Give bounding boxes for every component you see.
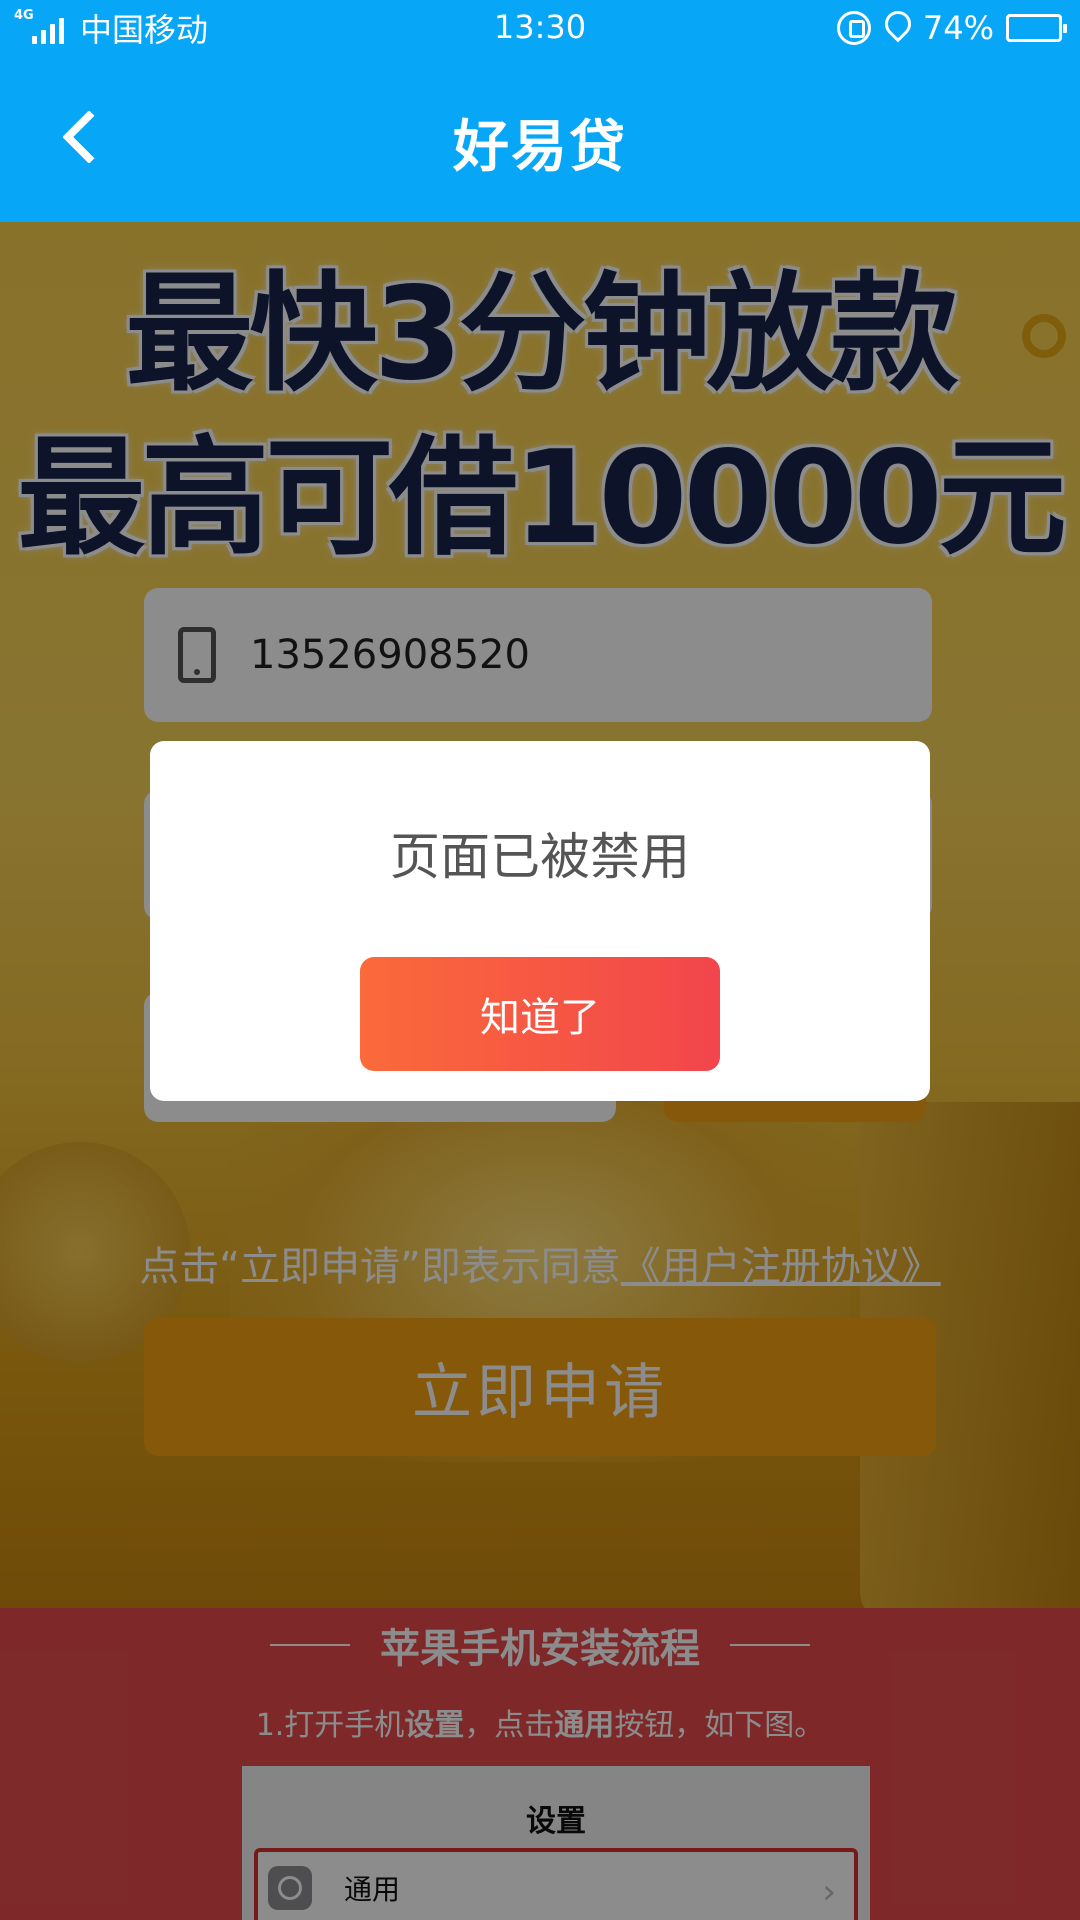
dialog-message: 页面已被禁用 [390, 828, 690, 886]
location-icon [883, 11, 911, 45]
rotation-lock-icon [836, 11, 871, 45]
page-title: 好易贷 [453, 115, 627, 180]
status-time: 13:30 [493, 8, 587, 46]
alert-dialog: 页面已被禁用 知道了 [150, 741, 930, 1101]
app-header: 好易贷 [0, 56, 1080, 222]
battery-icon [1006, 14, 1067, 42]
status-bar: 4G 中国移动 13:30 74% [0, 0, 1080, 56]
got-it-button[interactable]: 知道了 [360, 957, 720, 1071]
